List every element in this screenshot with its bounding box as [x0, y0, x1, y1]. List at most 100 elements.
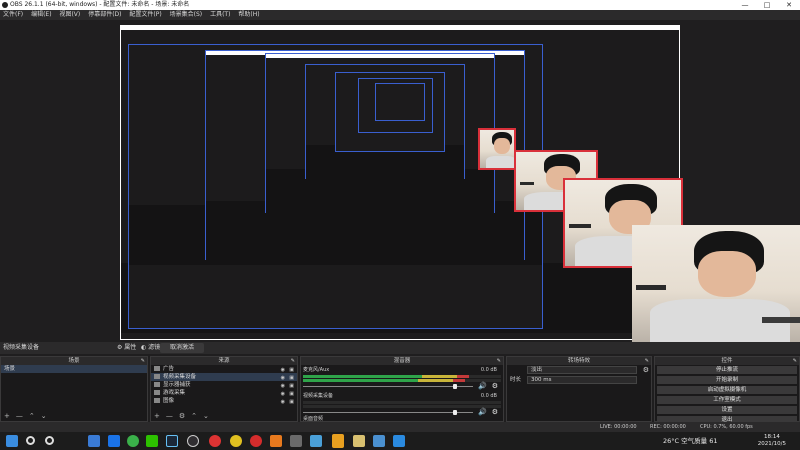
phone-icon[interactable] — [127, 435, 139, 447]
store-icon[interactable] — [270, 435, 282, 447]
obs-icon[interactable] — [187, 435, 199, 447]
add-scene-button[interactable]: + — [4, 412, 10, 420]
source-item[interactable]: 视频采集设备 ◉ ▣ — [151, 373, 297, 381]
scenes-title: 场景 — [68, 358, 80, 364]
mail-icon[interactable] — [373, 435, 385, 447]
add-source-button[interactable]: + — [154, 412, 160, 420]
transitions-title: 转场特效 — [567, 358, 590, 364]
scene-item[interactable]: 场景 — [1, 365, 147, 373]
transition-gear-icon[interactable]: ⚙ — [643, 365, 649, 375]
source-item[interactable]: 游戏采集 ◉ ▣ — [151, 389, 297, 397]
start-recording-button[interactable]: 开始录制 — [657, 376, 797, 384]
source-label: 视频采集设备 — [163, 374, 197, 380]
gear-icon[interactable]: ⚙ — [492, 408, 498, 416]
properties-label: 属性 — [124, 344, 137, 351]
menu-docks[interactable]: 停靠部件(D) — [85, 10, 124, 20]
mixer-channel: 麦克风/Aux 0.0 dB 🔊 ⚙ — [303, 367, 501, 393]
netease-icon[interactable] — [250, 435, 262, 447]
source-item[interactable]: 显示器捕获 ◉ ▣ — [151, 381, 297, 389]
source-type-icon — [154, 398, 160, 403]
channel-db: 0.0 dB — [480, 367, 497, 373]
clock-time: 18:14 — [763, 434, 780, 440]
move-down-button[interactable]: ⌄ — [41, 412, 47, 420]
maximize-button[interactable]: □ — [756, 0, 778, 10]
undock-icon[interactable]: ✎ — [645, 357, 649, 365]
source-label: 广告 — [163, 366, 175, 372]
menubar: 文件(F) 编辑(E) 视图(V) 停靠部件(D) 配置文件(P) 场景集合(S… — [0, 10, 800, 20]
settings-icon[interactable] — [310, 435, 322, 447]
remove-scene-button[interactable]: — — [16, 412, 23, 420]
minimize-button[interactable]: — — [734, 0, 756, 10]
clock-date: 2021/10/5 — [757, 441, 786, 447]
duration-label: 时长 — [510, 377, 522, 383]
menu-help[interactable]: 帮助(H) — [235, 10, 262, 20]
explorer-icon[interactable] — [88, 435, 100, 447]
preview-canvas[interactable] — [0, 20, 800, 342]
duration-row: 时长 300 ms — [507, 375, 651, 385]
remove-source-button[interactable]: — — [166, 412, 173, 420]
filters-label: 滤镜 — [148, 344, 161, 351]
source-toolbar: 视频采集设备 ⚙ 属性 ◐ 滤镜 取消激活 — [0, 342, 800, 354]
level-meter — [303, 375, 501, 378]
weather-widget[interactable]: 26°C 空气质量 61 — [663, 432, 717, 450]
transition-select[interactable]: 淡出 — [527, 366, 637, 374]
ide-icon[interactable] — [332, 434, 344, 448]
edge-icon[interactable] — [108, 435, 120, 447]
task-view-icon[interactable] — [45, 436, 54, 445]
undock-icon[interactable]: ✎ — [141, 357, 145, 365]
source-type-icon — [154, 374, 160, 379]
menu-edit[interactable]: 编辑(E) — [28, 10, 54, 20]
media-icon[interactable] — [230, 435, 242, 447]
wechat-icon[interactable] — [146, 435, 158, 447]
source-type-icon — [154, 382, 160, 387]
move-down-button[interactable]: ⌄ — [203, 412, 209, 420]
app-icon[interactable] — [290, 435, 302, 447]
stop-streaming-button[interactable]: 停止推流 — [657, 366, 797, 374]
cpu-status: CPU: 0.7%, 60.00 fps — [700, 424, 753, 430]
lock-icon[interactable]: ▣ — [289, 398, 294, 406]
menu-view[interactable]: 视图(V) — [56, 10, 83, 20]
window-title: OBS 26.1.1 (64-bit, windows) - 配置文件: 未命名… — [10, 1, 190, 8]
scenes-panel: 场景 ✎ 场景 + — ⌃ ⌄ — [0, 356, 148, 422]
speaker-icon[interactable]: 🔊 — [478, 382, 487, 390]
duration-input[interactable]: 300 ms — [527, 376, 637, 384]
game-icon[interactable] — [353, 435, 365, 447]
webcam-capture-6 — [478, 128, 516, 170]
steam-icon[interactable] — [166, 435, 178, 447]
chrome-icon[interactable] — [209, 435, 221, 447]
obs-logo-icon — [2, 2, 8, 8]
speaker-icon[interactable]: 🔊 — [478, 408, 487, 416]
volume-slider[interactable]: 🔊 ⚙ — [303, 382, 501, 390]
undock-icon[interactable]: ✎ — [291, 357, 295, 365]
level-meter — [303, 379, 501, 382]
move-up-button[interactable]: ⌃ — [191, 412, 197, 420]
move-up-button[interactable]: ⌃ — [29, 412, 35, 420]
undock-icon[interactable]: ✎ — [497, 357, 501, 365]
menu-file[interactable]: 文件(F) — [0, 10, 26, 20]
windows-icon[interactable] — [6, 435, 18, 447]
eye-icon[interactable]: ◉ — [281, 398, 285, 406]
source-settings-button[interactable]: ⚙ — [179, 412, 185, 420]
nested-preview-8 — [375, 83, 425, 121]
studio-mode-button[interactable]: 工作室模式 — [657, 396, 797, 404]
start-virtual-camera-button[interactable]: 启动虚拟摄像机 — [657, 386, 797, 394]
transitions-header: 转场特效 ✎ — [507, 357, 651, 365]
menu-tools[interactable]: 工具(T) — [207, 10, 233, 20]
sources-title: 来源 — [218, 358, 230, 364]
source-item[interactable]: 图像 ◉ ▣ — [151, 397, 297, 405]
search-icon[interactable] — [26, 436, 35, 445]
controls-panel: 控件 ✎ 停止推流 开始录制 启动虚拟摄像机 工作室模式 设置 退出 — [654, 356, 800, 424]
controls-header: 控件 ✎ — [655, 357, 799, 365]
menu-scene-collection[interactable]: 场景集合(S) — [167, 10, 206, 20]
terminal-icon[interactable] — [393, 435, 405, 447]
volume-slider[interactable]: 🔊 ⚙ — [303, 408, 501, 416]
close-button[interactable]: ✕ — [778, 0, 800, 10]
settings-button[interactable]: 设置 — [657, 406, 797, 414]
undock-icon[interactable]: ✎ — [793, 357, 797, 365]
channel-name: 视频采集设备 — [303, 393, 334, 399]
gear-icon[interactable]: ⚙ — [492, 382, 498, 390]
system-clock[interactable]: 18:14 2021/10/5 — [758, 434, 786, 448]
deactivate-button[interactable]: 取消激活 — [160, 343, 205, 353]
source-item[interactable]: 广告 ◉ ▣ — [151, 365, 297, 373]
menu-profile[interactable]: 配置文件(P) — [126, 10, 164, 20]
